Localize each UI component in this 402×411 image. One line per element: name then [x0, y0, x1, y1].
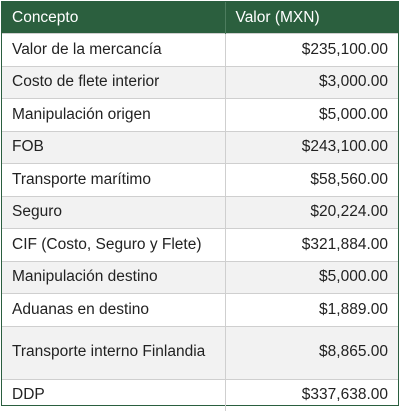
table-row: Valor de la mercancía $235,100.00	[2, 34, 398, 67]
table-row: CIF (Costo, Seguro y Flete) $321,884.00	[2, 229, 398, 262]
table-row: Manipulación origen $5,000.00	[2, 99, 398, 132]
header-valor: Valor (MXN)	[225, 2, 398, 34]
concepto-cell: CIF (Costo, Seguro y Flete)	[2, 229, 225, 262]
table-row: Transporte interno Finlandia $8,865.00	[2, 326, 398, 379]
concepto-cell: Manipulación origen	[2, 99, 225, 132]
concepto-cell: Aduanas en destino	[2, 294, 225, 327]
valor-cell: $337,638.00	[225, 379, 398, 411]
table-row: Manipulación destino $5,000.00	[2, 261, 398, 294]
concepto-cell: Transporte marítimo	[2, 164, 225, 197]
valor-cell: $5,000.00	[225, 99, 398, 132]
valor-cell: $8,865.00	[225, 326, 398, 379]
header-row: Concepto Valor (MXN)	[2, 2, 398, 34]
table-row: FOB $243,100.00	[2, 131, 398, 164]
concepto-cell: Valor de la mercancía	[2, 34, 225, 67]
cost-table-container: Concepto Valor (MXN) Valor de la mercanc…	[1, 1, 399, 406]
table-header: Concepto Valor (MXN)	[2, 2, 398, 34]
table-row: Aduanas en destino $1,889.00	[2, 294, 398, 327]
concepto-cell: Manipulación destino	[2, 261, 225, 294]
concepto-cell: FOB	[2, 131, 225, 164]
concepto-cell: Seguro	[2, 196, 225, 229]
valor-cell: $20,224.00	[225, 196, 398, 229]
valor-cell: $5,000.00	[225, 261, 398, 294]
valor-cell: $3,000.00	[225, 66, 398, 99]
valor-cell: $243,100.00	[225, 131, 398, 164]
concepto-cell: Transporte interno Finlandia	[2, 326, 225, 379]
valor-cell: $58,560.00	[225, 164, 398, 197]
valor-cell: $1,889.00	[225, 294, 398, 327]
table-row: Transporte marítimo $58,560.00	[2, 164, 398, 197]
cost-table: Concepto Valor (MXN) Valor de la mercanc…	[2, 2, 398, 411]
table-row: DDP $337,638.00	[2, 379, 398, 411]
table-body: Valor de la mercancía $235,100.00 Costo …	[2, 34, 398, 411]
table-row: Seguro $20,224.00	[2, 196, 398, 229]
concepto-cell: DDP	[2, 379, 225, 411]
header-concepto: Concepto	[2, 2, 225, 34]
valor-cell: $235,100.00	[225, 34, 398, 67]
concepto-cell: Costo de flete interior	[2, 66, 225, 99]
valor-cell: $321,884.00	[225, 229, 398, 262]
table-row: Costo de flete interior $3,000.00	[2, 66, 398, 99]
